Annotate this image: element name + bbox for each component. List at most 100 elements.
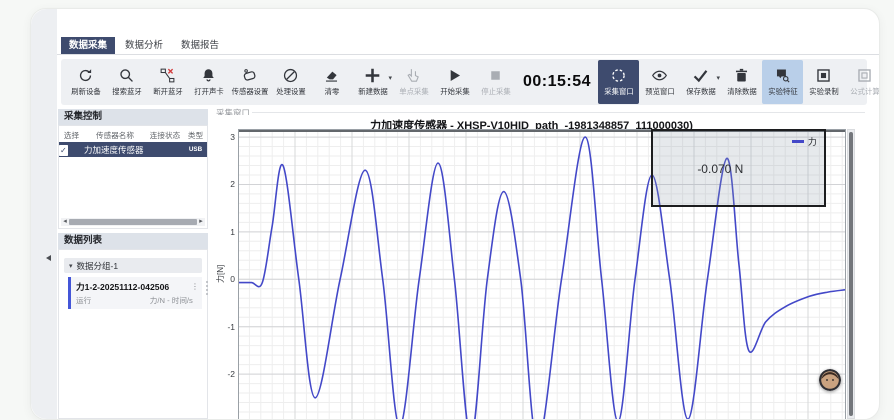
- annotate-icon: [774, 67, 791, 84]
- col-conn-status: 连接状态: [147, 130, 183, 140]
- caret-down-icon[interactable]: ▾: [717, 74, 721, 82]
- hscroll-thumb[interactable]: [69, 219, 197, 225]
- vscroll-thumb[interactable]: [849, 132, 853, 416]
- avatar-face-icon: [819, 369, 841, 391]
- sensor-settings-button[interactable]: 传感器设置: [229, 61, 270, 103]
- save-data-label: 保存数据: [686, 86, 715, 96]
- data-group-row[interactable]: ▾ 数据分组-1: [64, 258, 202, 273]
- sensor-table-hscrollbar[interactable]: ◂ ▸: [61, 218, 205, 226]
- tab-data-analysis[interactable]: 数据分析: [117, 37, 171, 54]
- search-bluetooth-button[interactable]: 搜索蓝牙: [106, 61, 147, 103]
- single-point-label: 单点采集: [399, 86, 428, 96]
- chart-vscrollbar[interactable]: [847, 129, 855, 419]
- experiment-record-button[interactable]: 实验录制: [803, 61, 844, 103]
- process-settings-label: 处理设置: [276, 86, 305, 96]
- caret-down-icon[interactable]: ▾: [388, 74, 392, 82]
- stop-acquisition-button: 停止采集: [475, 61, 516, 103]
- scroll-right-icon[interactable]: ▸: [197, 218, 205, 226]
- refresh-icon: [77, 67, 94, 84]
- sensor-settings-label: 传感器设置: [231, 86, 268, 96]
- experiment-record-label: 实验录制: [809, 86, 838, 96]
- refresh-device-button[interactable]: 刷新设备: [65, 61, 106, 103]
- chart-area: 力加速度传感器 - XHSP-V10HID_path_-1981348857_1…: [216, 115, 867, 419]
- readout-value: -0.070 N: [697, 162, 743, 176]
- chart-plot[interactable]: -0.070 N 力: [238, 129, 846, 420]
- acquisition-window-button[interactable]: 采集窗口: [598, 60, 639, 104]
- toolbar: 刷新设备搜索蓝牙断开蓝牙打开声卡传感器设置处理设置清零▾新建数据单点采集开始采集…: [61, 59, 867, 105]
- bluetooth-disconnect-icon: [159, 67, 176, 84]
- check-icon: [692, 67, 709, 84]
- disconnect-bluetooth-label: 断开蓝牙: [153, 86, 182, 96]
- dashed-circle-icon: [610, 67, 627, 84]
- data-list-header: 数据列表: [58, 233, 208, 249]
- preview-window-button[interactable]: 预览窗口: [639, 61, 680, 103]
- trash-icon: [733, 67, 750, 84]
- refresh-device-label: 刷新设备: [71, 86, 100, 96]
- y-tick-label: -2: [221, 369, 235, 379]
- experiment-feature-button[interactable]: 实验特征: [762, 60, 803, 104]
- scroll-left-icon[interactable]: ◂: [61, 218, 69, 226]
- y-tick-label: 2: [221, 179, 235, 189]
- sidebar-resize-handle[interactable]: [204, 281, 210, 295]
- sensor-table: 选择 传感器名称 连接状态 类型 ✓ 力加速度传感器 USB ◂ ▸: [58, 125, 208, 229]
- bell-icon: [200, 67, 217, 84]
- formula-calc-button: 公式计算: [844, 61, 880, 103]
- acquisition-control-header: 采集控制: [58, 109, 208, 125]
- sensor-type: USB: [185, 146, 206, 152]
- zero-button[interactable]: 清零: [311, 61, 352, 103]
- sidebar-collapse-strip[interactable]: [31, 9, 57, 419]
- zero-label: 清零: [324, 86, 339, 96]
- sensor-checkbox[interactable]: ✓: [59, 145, 68, 156]
- new-data-button[interactable]: ▾新建数据: [352, 61, 393, 103]
- stop-icon: [487, 67, 504, 84]
- clear-data-label: 清除数据: [727, 86, 756, 96]
- data-list-panel: ▾ 数据分组-1 力1-2-20251112-042506 ⋮ 运行 力/N -…: [58, 249, 208, 419]
- eraser-icon: [323, 67, 340, 84]
- avatar[interactable]: [819, 369, 841, 391]
- col-type: 类型: [185, 130, 207, 140]
- sensor-settings-icon: [241, 67, 258, 84]
- main-tabs: 数据采集 数据分析 数据报告: [61, 37, 227, 54]
- sensor-name: 力加速度传感器: [84, 144, 146, 156]
- data-item[interactable]: 力1-2-20251112-042506 ⋮ 运行 力/N - 时间/s: [68, 277, 202, 309]
- search-icon: [118, 67, 135, 84]
- process-settings-icon: [282, 67, 299, 84]
- col-select: 选择: [60, 130, 84, 140]
- stop-acquisition-label: 停止采集: [481, 86, 510, 96]
- chart-legend: 力: [792, 135, 817, 148]
- acquisition-timer: 00:15:54: [523, 73, 591, 91]
- process-settings-button[interactable]: 处理设置: [270, 61, 311, 103]
- y-axis-label: 力[N]: [215, 265, 226, 283]
- preview-window-label: 预览窗口: [645, 86, 674, 96]
- collapse-left-icon[interactable]: [46, 255, 51, 261]
- col-sensor-name: 传感器名称: [86, 130, 145, 140]
- tab-data-acquisition[interactable]: 数据采集: [61, 37, 115, 54]
- open-soundcard-label: 打开声卡: [194, 86, 223, 96]
- item-menu-icon[interactable]: ⋮: [191, 282, 199, 291]
- clear-data-button[interactable]: 清除数据: [721, 61, 762, 103]
- legend-label: 力: [808, 135, 817, 148]
- start-acquisition-button[interactable]: 开始采集: [434, 61, 475, 103]
- tabbar-divider: [57, 54, 879, 55]
- selection-box[interactable]: -0.070 N 力: [651, 129, 826, 207]
- y-tick-label: 1: [221, 227, 235, 237]
- formula-icon: [856, 67, 873, 84]
- play-icon: [446, 67, 463, 84]
- chart-panel-rule: [252, 112, 865, 113]
- save-data-button[interactable]: ▾保存数据: [680, 61, 721, 103]
- acquisition-window-label: 采集窗口: [604, 86, 633, 96]
- app-background: 数据采集 数据分析 数据报告 刷新设备搜索蓝牙断开蓝牙 打开声卡传感器设置处理设置…: [0, 0, 894, 420]
- open-soundcard-button[interactable]: 打开声卡: [188, 61, 229, 103]
- start-acquisition-label: 开始采集: [440, 86, 469, 96]
- plus-icon: [364, 67, 381, 84]
- group-caret-icon[interactable]: ▾: [69, 262, 73, 270]
- legend-line-icon: [792, 140, 804, 142]
- sensor-row[interactable]: ✓ 力加速度传感器 USB: [59, 142, 207, 157]
- sensor-table-headers: 选择 传感器名称 连接状态 类型: [59, 128, 207, 142]
- disconnect-bluetooth-button[interactable]: 断开蓝牙: [147, 61, 188, 103]
- formula-calc-label: 公式计算: [850, 86, 879, 96]
- tab-data-report[interactable]: 数据报告: [173, 37, 227, 54]
- data-item-title: 力1-2-20251112-042506: [76, 280, 169, 292]
- new-data-label: 新建数据: [358, 86, 387, 96]
- eye-icon: [651, 67, 668, 84]
